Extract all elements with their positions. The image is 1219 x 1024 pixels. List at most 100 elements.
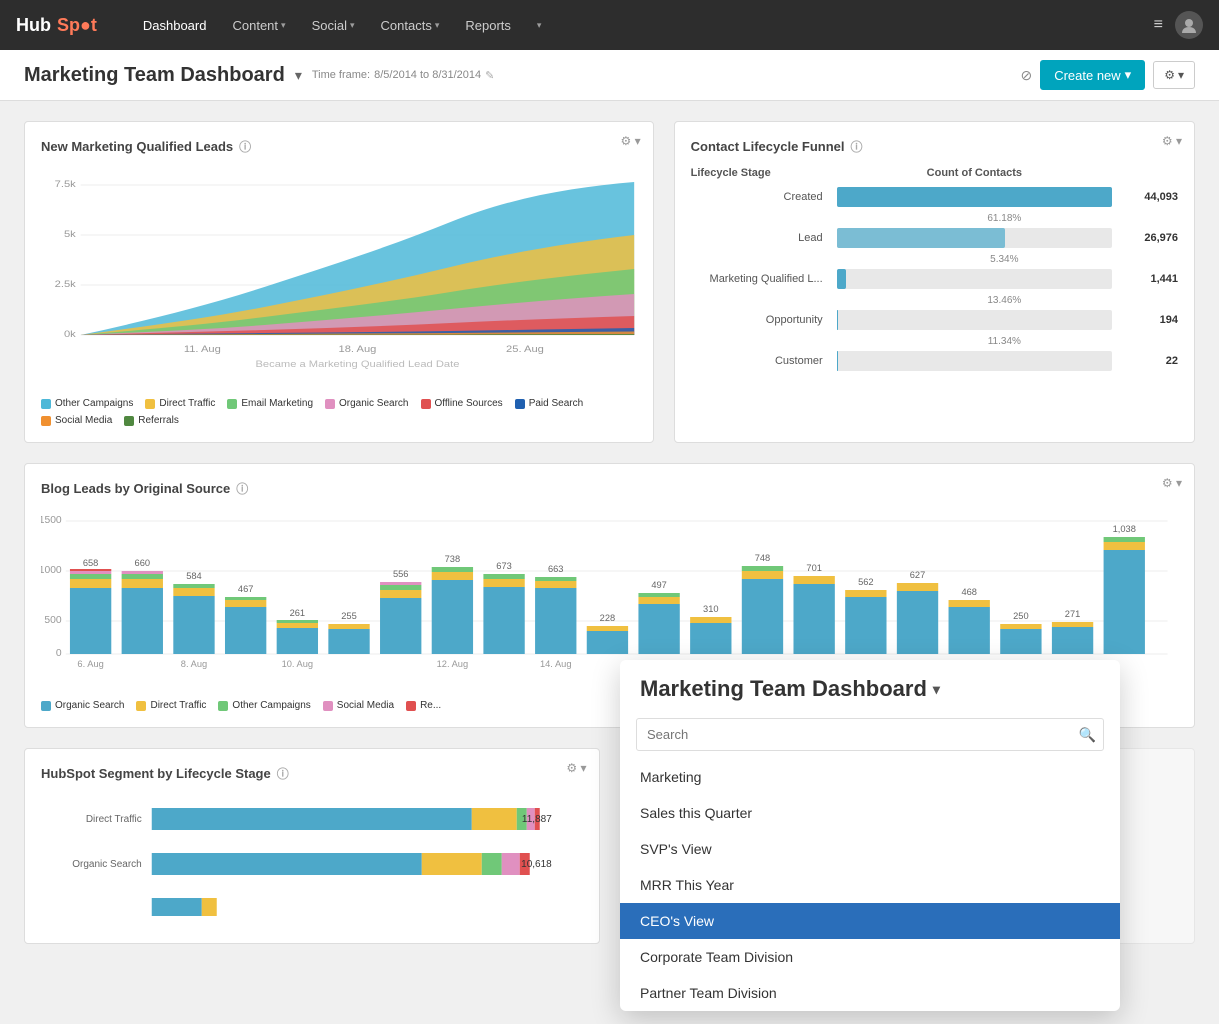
svg-text:8. Aug: 8. Aug <box>181 659 207 669</box>
svg-text:627: 627 <box>910 570 926 580</box>
dashboard-settings-button[interactable]: ⚙ ▾ <box>1153 61 1195 89</box>
page-title-chevron[interactable]: ▾ <box>295 67 302 84</box>
dropdown-list: Marketing Sales this Quarter SVP's View … <box>620 759 1120 1011</box>
dropdown-item-marketing[interactable]: Marketing <box>620 759 1120 795</box>
dropdown-chevron-icon[interactable]: ▾ <box>933 681 940 698</box>
segment-title-text: HubSpot Segment by Lifecycle Stage <box>41 766 271 781</box>
dropdown-search-input[interactable] <box>636 718 1104 751</box>
svg-text:6. Aug: 6. Aug <box>77 659 103 669</box>
funnel-count-created: 44,093 <box>1118 191 1178 203</box>
legend-other-campaigns: Other Campaigns <box>41 398 133 409</box>
nav-contacts[interactable]: Contacts ▾ <box>371 12 450 39</box>
nav-dashboard[interactable]: Dashboard <box>133 12 217 39</box>
funnel-col3 <box>1118 167 1178 179</box>
funnel-label-lead: Lead <box>691 232 831 244</box>
navbar: HubSp●t Dashboard Content ▾ Social ▾ Con… <box>0 0 1219 50</box>
nav-social[interactable]: Social ▾ <box>302 12 365 39</box>
page-header-right: ⊘ Create new ▾ ⚙ ▾ <box>1020 60 1195 90</box>
dropdown-item-sales[interactable]: Sales this Quarter <box>620 795 1120 831</box>
dropdown-item-ceo[interactable]: CEO's View <box>620 903 1120 939</box>
dropdown-item-corporate[interactable]: Corporate Team Division <box>620 939 1120 975</box>
svg-text:660: 660 <box>135 558 151 568</box>
svg-text:663: 663 <box>548 564 564 574</box>
svg-text:18. Aug: 18. Aug <box>339 345 377 355</box>
legend-social-media: Social Media <box>41 415 112 426</box>
funnel-pct-customer: 11.34% <box>691 336 1178 347</box>
funnel-label-created: Created <box>691 191 831 203</box>
svg-text:Direct Traffic: Direct Traffic <box>86 814 142 825</box>
bar-legend-social: Social Media <box>323 700 394 711</box>
svg-text:1,038: 1,038 <box>1113 524 1136 534</box>
leads-info-icon[interactable]: ⓘ <box>239 138 251 155</box>
logo[interactable]: HubSp●t <box>16 15 97 36</box>
funnel-col1: Lifecycle Stage <box>691 167 831 179</box>
svg-text:467: 467 <box>238 584 254 594</box>
nav-links: Dashboard Content ▾ Social ▾ Contacts ▾ … <box>133 12 552 39</box>
funnel-card-title: Contact Lifecycle Funnel ⓘ <box>691 138 1178 155</box>
settings-chevron: ▾ <box>1178 68 1184 82</box>
edit-icon[interactable]: ✎ <box>485 69 494 82</box>
hamburger-icon[interactable]: ≡ <box>1154 16 1163 34</box>
svg-text:255: 255 <box>341 611 357 621</box>
funnel-pct-mql: 5.34% <box>691 254 1178 265</box>
segment-card-title: HubSpot Segment by Lifecycle Stage ⓘ <box>41 765 583 782</box>
bar-legend-organic: Organic Search <box>41 700 124 711</box>
create-chevron-icon: ▾ <box>1125 67 1132 83</box>
funnel-title-text: Contact Lifecycle Funnel <box>691 139 845 154</box>
nav-reports[interactable]: Reports <box>455 12 521 39</box>
svg-text:10,618: 10,618 <box>521 859 552 870</box>
funnel-card-gear[interactable]: ⚙ ▾ <box>1162 134 1182 148</box>
funnel-bar-opp <box>837 310 1112 330</box>
funnel-col2: Count of Contacts <box>831 167 1118 179</box>
svg-text:1500: 1500 <box>41 515 62 526</box>
funnel-bar-customer <box>837 351 1112 371</box>
funnel-row-customer: 11.34% Customer 22 <box>691 336 1178 371</box>
funnel-pct-opp: 13.46% <box>691 295 1178 306</box>
funnel-row-created: Created 44,093 <box>691 187 1178 207</box>
funnel-row-opp: 13.46% Opportunity 194 <box>691 295 1178 330</box>
timeframe-value: 8/5/2014 to 8/31/2014 <box>374 69 481 81</box>
blog-title-text: Blog Leads by Original Source <box>41 481 230 496</box>
nav-content[interactable]: Content ▾ <box>222 12 295 39</box>
funnel-card: Contact Lifecycle Funnel ⓘ ⚙ ▾ Lifecycle… <box>674 121 1195 443</box>
leads-title-text: New Marketing Qualified Leads <box>41 139 233 154</box>
funnel-count-customer: 22 <box>1118 355 1178 367</box>
funnel-bar-mql <box>837 269 1112 289</box>
user-avatar[interactable] <box>1175 11 1203 39</box>
bar-legend-other: Other Campaigns <box>218 700 310 711</box>
svg-text:497: 497 <box>651 580 667 590</box>
top-cards-row: New Marketing Qualified Leads ⓘ ⚙ ▾ 7.5k… <box>24 121 1195 443</box>
dropdown-item-mrr[interactable]: MRR This Year <box>620 867 1120 903</box>
dropdown-item-svp[interactable]: SVP's View <box>620 831 1120 867</box>
funnel-row-mql: 5.34% Marketing Qualified L... 1,441 <box>691 254 1178 289</box>
funnel-label-customer: Customer <box>691 355 831 367</box>
search-icon: 🔍 <box>1079 726 1096 743</box>
svg-text:Organic Search: Organic Search <box>72 859 141 870</box>
svg-text:0k: 0k <box>64 330 77 340</box>
svg-text:562: 562 <box>858 577 874 587</box>
area-chart-legend: Other Campaigns Direct Traffic Email Mar… <box>41 398 637 426</box>
funnel-count-opp: 194 <box>1118 314 1178 326</box>
dropdown-item-partner[interactable]: Partner Team Division <box>620 975 1120 1011</box>
svg-text:468: 468 <box>961 587 977 597</box>
blog-card-gear[interactable]: ⚙ ▾ <box>1162 476 1182 490</box>
segment-card-gear[interactable]: ⚙ ▾ <box>566 761 586 775</box>
svg-text:673: 673 <box>496 561 512 571</box>
leads-card-gear[interactable]: ⚙ ▾ <box>621 134 641 148</box>
legend-paid-search: Paid Search <box>515 398 583 409</box>
svg-text:2.5k: 2.5k <box>55 280 77 290</box>
leads-card: New Marketing Qualified Leads ⓘ ⚙ ▾ 7.5k… <box>24 121 654 443</box>
timeframe: Time frame: 8/5/2014 to 8/31/2014 ✎ <box>312 69 495 82</box>
funnel-info-icon[interactable]: ⓘ <box>851 138 863 155</box>
nav-reports-chevron[interactable]: ▾ <box>527 12 552 39</box>
svg-text:658: 658 <box>83 558 99 568</box>
create-new-button[interactable]: Create new ▾ <box>1040 60 1145 90</box>
dropdown-title-label: Marketing Team Dashboard <box>640 676 927 702</box>
segment-info-icon[interactable]: ⓘ <box>277 765 289 782</box>
svg-text:271: 271 <box>1065 609 1081 619</box>
svg-text:11,887: 11,887 <box>522 814 552 825</box>
svg-text:25. Aug: 25. Aug <box>506 345 544 355</box>
blog-info-icon[interactable]: ⓘ <box>236 480 248 497</box>
area-chart: 7.5k 5k 2.5k 0k <box>41 167 637 390</box>
legend-referrals: Referrals <box>124 415 179 426</box>
